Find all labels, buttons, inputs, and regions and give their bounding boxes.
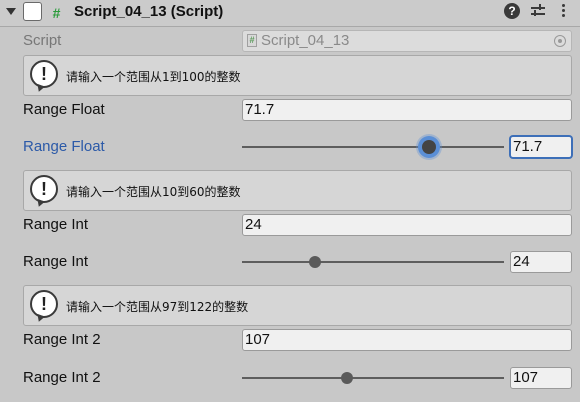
range-int-2-slider-thumb[interactable] xyxy=(340,372,353,384)
script-object-value: Script_04_13 xyxy=(261,32,350,49)
help-box: ! 请输入一个范围从10到60的整数 xyxy=(23,170,572,211)
info-bubble-icon: ! xyxy=(30,60,58,88)
script-icon: # xyxy=(52,5,61,21)
help-box-text: 请输入一个范围从1到100的整数 xyxy=(66,70,241,84)
range-float-field[interactable]: 71.7 xyxy=(242,99,572,121)
object-picker-icon[interactable] xyxy=(554,35,566,47)
presets-icon[interactable] xyxy=(530,3,546,19)
help-box: ! 请输入一个范围从97到122的整数 xyxy=(23,285,572,326)
component-enable-toggle[interactable]: # xyxy=(23,2,60,21)
range-int-2-slider-value-field[interactable]: 107 xyxy=(510,367,572,389)
range-int-slider-track[interactable] xyxy=(242,256,504,268)
info-bubble-icon: ! xyxy=(30,290,58,318)
range-int-slider-thumb[interactable] xyxy=(309,256,322,268)
script-object-field[interactable]: # Script_04_13 xyxy=(242,30,572,52)
script-file-icon: # xyxy=(247,34,257,47)
component-header: # Script_04_13 (Script) ? xyxy=(0,0,580,27)
fold-arrow-icon[interactable] xyxy=(6,8,16,15)
help-icon[interactable]: ? xyxy=(504,3,520,19)
range-int-slider-label: Range Int xyxy=(23,253,89,270)
range-int-2-field[interactable]: 107 xyxy=(242,329,572,351)
script-label: Script xyxy=(23,32,62,49)
range-int-2-slider-label: Range Int 2 xyxy=(23,369,101,386)
help-box: ! 请输入一个范围从1到100的整数 xyxy=(23,55,572,96)
range-int-slider-value-field[interactable]: 24 xyxy=(510,251,572,273)
range-int-2-slider-track[interactable] xyxy=(242,372,504,384)
range-float-label: Range Float xyxy=(23,101,105,118)
range-int-field[interactable]: 24 xyxy=(242,214,572,236)
context-menu-icon[interactable] xyxy=(556,3,572,19)
range-float-slider-value-field[interactable]: 71.7 xyxy=(510,136,572,158)
info-bubble-icon: ! xyxy=(30,175,58,203)
help-box-text: 请输入一个范围从97到122的整数 xyxy=(66,300,249,314)
range-int-label: Range Int xyxy=(23,216,89,233)
component-title: Script_04_13 (Script) xyxy=(74,3,224,20)
range-float-slider-track[interactable] xyxy=(242,140,504,154)
range-float-slider-thumb[interactable] xyxy=(422,140,437,154)
range-float-slider-label: Range Float xyxy=(23,138,105,155)
help-box-text: 请输入一个范围从10到60的整数 xyxy=(66,185,241,199)
range-int-2-label: Range Int 2 xyxy=(23,331,101,348)
